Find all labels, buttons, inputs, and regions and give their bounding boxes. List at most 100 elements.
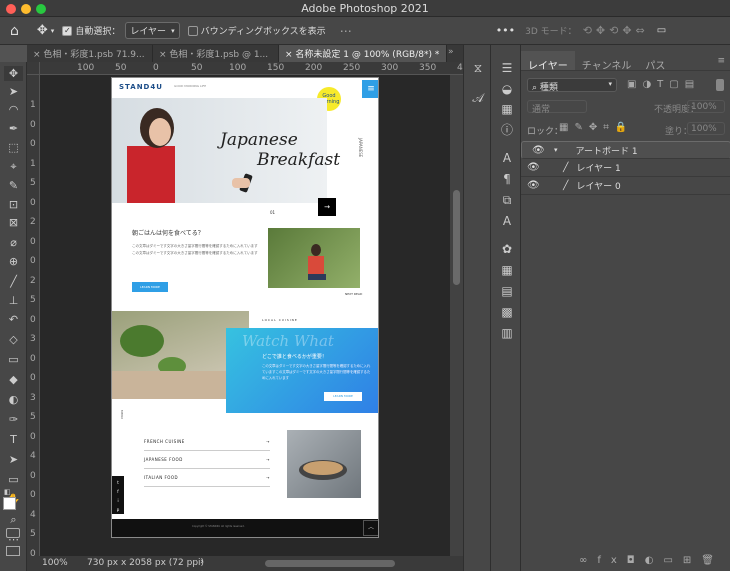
lasso-tool-icon[interactable]: ◠: [4, 102, 23, 117]
character-style-icon[interactable]: 𝒜: [469, 90, 487, 106]
paragraph-style-icon[interactable]: A: [498, 213, 516, 229]
pen-tool-icon[interactable]: ✒: [4, 121, 23, 136]
filter-type-icons[interactable]: ▣◑T▢▤: [627, 79, 700, 90]
eraser-tool-icon[interactable]: ◇: [4, 332, 23, 347]
home-icon[interactable]: ⌂: [10, 23, 19, 39]
swatches-icon[interactable]: ▦: [498, 101, 516, 117]
move-tool-icon[interactable]: ✥: [37, 23, 48, 38]
close-icon[interactable]: ×: [159, 50, 169, 60]
crop-tool-icon[interactable]: ⊡: [4, 197, 23, 212]
tab-layers[interactable]: レイヤー: [521, 51, 575, 72]
learn-more-button[interactable]: LEARN MORE: [132, 282, 168, 292]
lock-icons[interactable]: ▦✎✥⌗🔒: [559, 122, 633, 133]
blur-tool-icon[interactable]: ◆: [4, 372, 23, 387]
status-menu-icon[interactable]: ›: [200, 557, 204, 567]
fill-field[interactable]: 100%: [687, 122, 725, 135]
opacity-field[interactable]: 100%: [687, 100, 725, 113]
rectangle-tool-icon[interactable]: ▭: [4, 472, 23, 487]
panel-menu-icon[interactable]: ≡: [711, 51, 730, 70]
layer-comps-icon[interactable]: ▥: [498, 325, 516, 341]
quick-mask-icon[interactable]: [6, 528, 20, 538]
more-options-icon[interactable]: •••: [496, 24, 515, 37]
menu-item-italian[interactable]: ITALIAN FOOD →: [144, 469, 270, 487]
close-icon[interactable]: ×: [33, 50, 43, 60]
screen-mode-icon[interactable]: [6, 546, 20, 556]
layer-row-0[interactable]: 👁 ╱ レイヤー 0: [521, 177, 730, 195]
instagram-icon[interactable]: i: [112, 496, 124, 505]
path-select-tool-icon[interactable]: ➤: [4, 452, 23, 467]
patterns-icon[interactable]: ✿: [498, 241, 516, 257]
layer-row-artboard[interactable]: 👁 ▾ アートボード 1: [521, 141, 730, 159]
blend-mode-dropdown[interactable]: 通常: [527, 100, 587, 115]
healing-tool-icon[interactable]: ⊕: [4, 254, 23, 269]
auto-select-checkbox[interactable]: ✓: [62, 25, 73, 36]
stamp-tool-icon[interactable]: ⊥: [4, 293, 23, 308]
blue-card-button[interactable]: LEARN MORE: [324, 392, 362, 401]
character-panel-icon[interactable]: A: [498, 150, 516, 166]
trash-icon[interactable]: 🗑: [701, 555, 724, 566]
video-icon[interactable]: ▭: [657, 25, 666, 36]
tool-preset-chevron-icon[interactable]: ▾: [51, 27, 55, 35]
dodge-tool-icon[interactable]: ◐: [4, 392, 23, 407]
bbox-checkbox[interactable]: [187, 25, 198, 36]
menu-icon[interactable]: ≡: [362, 80, 378, 98]
visibility-eye-icon[interactable]: 👁: [527, 180, 541, 191]
marquee-tool-icon[interactable]: ⬚: [4, 140, 23, 155]
twitter-icon[interactable]: t: [112, 478, 124, 487]
chevron-down-icon[interactable]: ▾: [554, 146, 558, 154]
tab-doc-1[interactable]: × 色相・彩度1.psb 71.9...: [27, 45, 153, 62]
visibility-eye-icon[interactable]: 👁: [527, 162, 541, 173]
info-icon[interactable]: ⓘ: [498, 122, 516, 138]
filter-toggle[interactable]: [716, 79, 724, 91]
social-icons[interactable]: tfip: [112, 476, 124, 514]
vertical-scrollbar[interactable]: [450, 75, 463, 556]
horizontal-scrollbar[interactable]: [265, 560, 395, 567]
close-icon[interactable]: ×: [285, 50, 295, 60]
artboard[interactable]: STAND4U GOOD MORNING LIFE Good morning ≡…: [111, 77, 379, 538]
history-brush-tool-icon[interactable]: ↶: [4, 312, 23, 327]
move-tool-icon[interactable]: ✥: [4, 66, 23, 81]
tab-paths[interactable]: パス: [638, 51, 672, 72]
tabs-overflow-icon[interactable]: »: [448, 47, 454, 57]
shapes-icon[interactable]: ▩: [498, 304, 516, 320]
link-layers-icon[interactable]: ∞: [579, 555, 597, 566]
auto-select-dropdown[interactable]: レイヤー ▾: [125, 22, 180, 39]
zoom-tool-icon[interactable]: ⌕: [4, 512, 23, 527]
gradient-tool-icon[interactable]: ▭: [4, 352, 23, 367]
facebook-icon[interactable]: f: [112, 487, 124, 496]
visibility-eye-icon[interactable]: 👁: [532, 145, 546, 156]
adjustments-icon[interactable]: ☰: [498, 60, 516, 76]
new-layer-icon[interactable]: ⊞: [683, 555, 701, 566]
type-tool-icon[interactable]: T: [4, 432, 23, 447]
ruler-origin[interactable]: [27, 62, 40, 75]
3d-mode-icons[interactable]: ⟲✥⟲✥⇔: [583, 24, 649, 37]
tab-channels[interactable]: チャンネル: [575, 51, 639, 72]
align-icons[interactable]: ⋯: [340, 24, 358, 38]
layer-row-1[interactable]: 👁 ╱ レイヤー 1: [521, 159, 730, 177]
folder-icon[interactable]: ▭: [663, 555, 682, 566]
scrollbar-thumb[interactable]: [453, 190, 460, 285]
history-panel-icon[interactable]: ⧖: [469, 60, 487, 76]
gradients-icon[interactable]: ▤: [498, 283, 516, 299]
paragraph-panel-icon[interactable]: ¶: [498, 171, 516, 187]
brush-tool-icon[interactable]: ╱: [4, 274, 23, 289]
artboard-tool-icon[interactable]: ➤: [4, 84, 23, 99]
default-colors-icon[interactable]: ◧: [4, 488, 12, 496]
quick-select-tool-icon[interactable]: ✎: [4, 178, 23, 193]
mask-icon[interactable]: ◘: [627, 555, 645, 566]
adjustment-layer-icon[interactable]: ◐: [645, 555, 664, 566]
glyphs-icon[interactable]: ⧉: [498, 192, 516, 208]
zoom-level[interactable]: 100%: [42, 558, 68, 568]
pen-path-tool-icon[interactable]: ✑: [4, 412, 23, 427]
layer-filter-dropdown[interactable]: ⌕ 種類 ▾: [527, 78, 617, 93]
tab-doc-active[interactable]: × 名称未設定 1 @ 100% (RGB/8*) *: [279, 45, 447, 62]
hero-next-button[interactable]: →: [318, 198, 336, 216]
pinterest-icon[interactable]: p: [112, 505, 124, 514]
object-select-tool-icon[interactable]: ⌖: [4, 159, 23, 174]
fx-icon[interactable]: fx: [597, 555, 626, 566]
back-to-top-icon[interactable]: ︿: [363, 520, 378, 536]
menu-item-french[interactable]: FRENCH CUISINE →: [144, 433, 270, 451]
tab-doc-2[interactable]: × 色相・彩度1.psb @ 1...: [153, 45, 279, 62]
color-panel-icon[interactable]: ◒: [498, 81, 516, 97]
eyedropper-tool-icon[interactable]: ⌀: [4, 235, 23, 250]
